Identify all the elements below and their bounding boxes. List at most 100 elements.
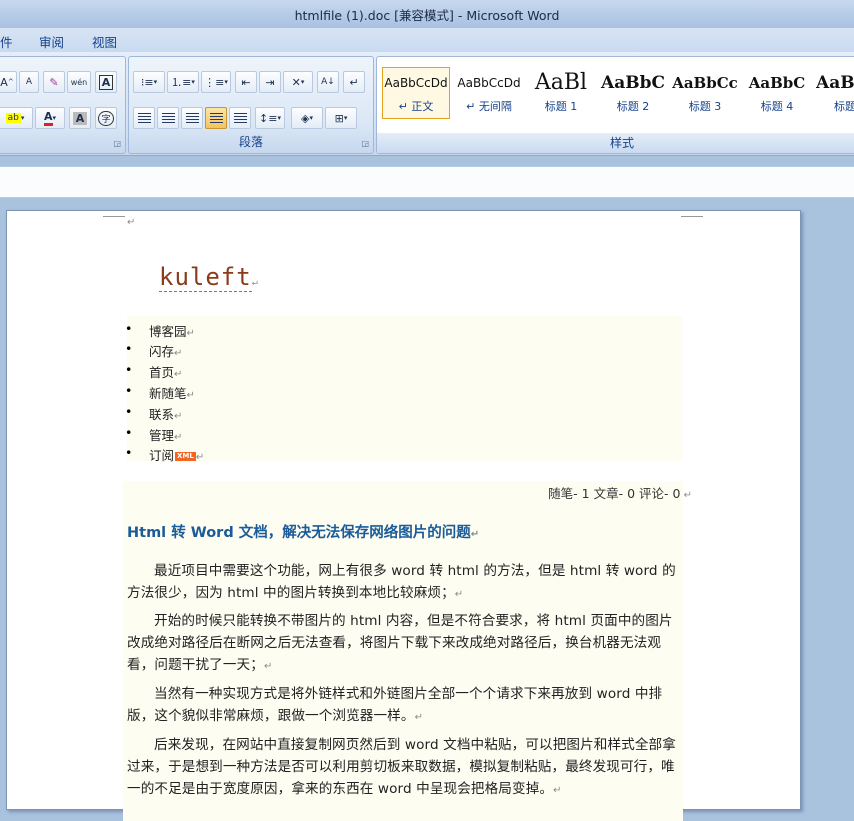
sort-icon: A↓ (321, 77, 335, 87)
paragraph-mark-icon: ↵ (349, 75, 359, 89)
show-marks-button[interactable]: ↵ (343, 71, 365, 93)
grow-font-icon: A (0, 75, 8, 89)
tab-review[interactable]: 审阅 (39, 32, 64, 51)
multilevel-list-button[interactable]: ⋮≡ ▾ (201, 71, 231, 93)
paragraph-3: 当然有一种实现方式是将外链样式和外链图片全部一个个请求下来再放到 word 中排… (127, 686, 663, 724)
increase-indent-button[interactable]: ⇥ (259, 71, 281, 93)
style-heading-2[interactable]: AaBbC 标题 2 (599, 67, 667, 119)
numbering-button[interactable]: ⒈≡ ▾ (167, 71, 199, 93)
paragraph-dialog-launcher-icon[interactable]: ◲ (361, 139, 369, 148)
character-border-button[interactable]: A (95, 71, 117, 93)
shrink-font-button[interactable]: A (19, 71, 39, 93)
multilevel-list-icon: ⋮≡ (204, 75, 225, 89)
chinese-layout-icon: ✕ (291, 75, 301, 89)
shrink-font-icon: A (25, 77, 33, 87)
paragraph-2: 开始的时候只能转换不带图片的 html 内容，但是不符合要求，将 html 页面… (127, 613, 673, 673)
paragraph-4: 后来发现，在网站中直接复制网页然后到 word 文档中粘贴，可以把图片和样式全部… (127, 737, 676, 797)
paragraph-group-label: 段落 (238, 135, 263, 149)
character-shading-button[interactable]: A (69, 107, 91, 129)
style-title[interactable]: AaB 标题 (815, 67, 854, 119)
xml-badge: XML (175, 452, 196, 461)
phonetic-guide-button[interactable]: wén (67, 71, 91, 93)
paragraph-mark-icon: ↵ (127, 217, 136, 228)
align-center-icon (161, 113, 175, 123)
site-title: kuleft↵ (159, 263, 259, 292)
style-normal-label: ↵ 正文 (398, 100, 434, 113)
style-heading-3[interactable]: AaBbCc 标题 3 (671, 67, 739, 119)
margin-mark-left (103, 213, 125, 217)
nav-item-subscribe[interactable]: 订阅XML↵ (125, 445, 204, 464)
chinese-layout-button[interactable]: ✕ ▾ (283, 71, 313, 93)
grow-font-button[interactable]: A ^ (0, 71, 17, 93)
align-left-icon (137, 113, 151, 123)
style-normal-sample: AaBbCcDd (384, 76, 448, 90)
paint-bucket-icon: ◈ (301, 111, 310, 125)
window-title: htmlfile (1).doc [兼容模式] - Microsoft Word (294, 8, 560, 23)
style-heading-2-sample: AaBbC (601, 73, 665, 93)
style-normal[interactable]: AaBbCcDd ↵ 正文 (382, 67, 450, 119)
highlighter-icon: ab (5, 113, 21, 123)
styles-group: AaBbCcDd ↵ 正文 AaBbCcDd ↵ 无间隔 AaBl 标题 1 A… (376, 56, 854, 154)
nav-item-blogs[interactable]: 博客园↵ (125, 321, 195, 340)
style-heading-4[interactable]: AaBbC 标题 4 (743, 67, 811, 119)
borders-button[interactable]: ⊞ ▾ (325, 107, 357, 129)
nav-list: 博客园↵ 闪存↵ 首页↵ 新随笔↵ 联系↵ 管理↵ 订阅XML↵ (125, 316, 682, 464)
align-right-icon (185, 113, 199, 123)
align-center-button[interactable] (157, 107, 179, 129)
decrease-indent-icon: ⇤ (241, 75, 251, 89)
style-heading-4-label: 标题 4 (760, 100, 794, 113)
sort-button[interactable]: A↓ (317, 71, 339, 93)
style-no-spacing[interactable]: AaBbCcDd ↵ 无间隔 (455, 67, 523, 119)
clear-format-button[interactable]: ✎ (43, 71, 65, 93)
font-group: A ^ A ✎ wén A ab ▾ A ▾ A 字 ◲ (0, 56, 126, 154)
margin-mark-right (681, 213, 703, 217)
align-left-button[interactable] (133, 107, 155, 129)
title-bar: htmlfile (1).doc [兼容模式] - Microsoft Word (0, 0, 854, 28)
post-stats-text: 随笔- 1 文章- 0 评论- 0 (548, 486, 681, 501)
distributed-button[interactable] (229, 107, 251, 129)
style-heading-2-label: 标题 2 (616, 100, 650, 113)
style-title-label: 标题 (834, 100, 854, 113)
style-heading-4-sample: AaBbC (748, 74, 806, 92)
numbering-icon: ⒈≡ (171, 76, 192, 89)
post-title-text: Html 转 Word 文档，解决无法保存网络图片的问题 (127, 525, 471, 541)
bullets-button[interactable]: ⁝≡ ▾ (133, 71, 165, 93)
border-icon: ⊞ (334, 111, 344, 125)
clear-format-icon: ✎ (49, 75, 59, 89)
nav-item-flash[interactable]: 闪存↵ (125, 341, 183, 360)
paragraph-1: 最近项目中需要这个功能，网上有很多 word 转 html 的方法，但是 htm… (127, 563, 676, 601)
document-page[interactable]: ↵ kuleft↵ 博客园↵ 闪存↵ 首页↵ 新随笔↵ 联系↵ 管理↵ 订阅XM… (6, 210, 801, 821)
font-color-button[interactable]: A ▾ (35, 107, 65, 129)
paragraph-group: ⁝≡ ▾ ⒈≡ ▾ ⋮≡ ▾ ⇤ ⇥ ✕ ▾ A↓ ↵ ↕≡ ▾ ◈ ▾ ⊞ ▾ 段落 ◲ (128, 56, 374, 154)
horizontal-ruler[interactable] (0, 166, 854, 198)
decrease-indent-button[interactable]: ⇤ (235, 71, 257, 93)
line-spacing-icon: ↕≡ (259, 111, 278, 125)
post-title[interactable]: Html 转 Word 文档，解决无法保存网络图片的问题↵ (127, 521, 479, 542)
enclose-characters-button[interactable]: 字 (95, 107, 117, 129)
justify-button[interactable] (205, 107, 227, 129)
style-heading-3-label: 标题 3 (688, 100, 722, 113)
shading-button[interactable]: ◈ ▾ (291, 107, 323, 129)
font-color-icon: A (43, 110, 53, 126)
phonetic-guide-icon: wén (70, 77, 88, 87)
nav-item-contact[interactable]: 联系↵ (125, 404, 183, 423)
nav-item-manage[interactable]: 管理↵ (125, 425, 183, 444)
style-no-spacing-label: ↵ 无间隔 (466, 100, 512, 113)
align-right-button[interactable] (181, 107, 203, 129)
line-spacing-button[interactable]: ↕≡ ▾ (255, 107, 285, 129)
style-no-spacing-sample: AaBbCcDd (457, 76, 521, 90)
ribbon-tabs: 件 审阅 视图 (0, 28, 854, 52)
post-stats: 随笔- 1 文章- 0 评论- 0 ↵ (548, 486, 692, 501)
font-dialog-launcher-icon[interactable]: ◲ (113, 139, 121, 148)
style-title-sample: AaB (816, 73, 854, 93)
distributed-icon (233, 113, 247, 123)
nav-item-home[interactable]: 首页↵ (125, 362, 183, 381)
nav-item-new-post[interactable]: 新随笔↵ (125, 383, 195, 402)
style-heading-1-label: 标题 1 (544, 100, 578, 113)
ribbon: A ^ A ✎ wén A ab ▾ A ▾ A 字 ◲ ⁝≡ ▾ ⒈≡ ▾ ⋮≡ ▾ (0, 52, 854, 156)
styles-group-label: 样式 (377, 133, 854, 153)
tab-insert-partial[interactable]: 件 (0, 32, 13, 51)
highlight-button[interactable]: ab ▾ (0, 107, 33, 129)
tab-view[interactable]: 视图 (92, 32, 117, 51)
style-heading-1[interactable]: AaBl 标题 1 (527, 67, 595, 119)
